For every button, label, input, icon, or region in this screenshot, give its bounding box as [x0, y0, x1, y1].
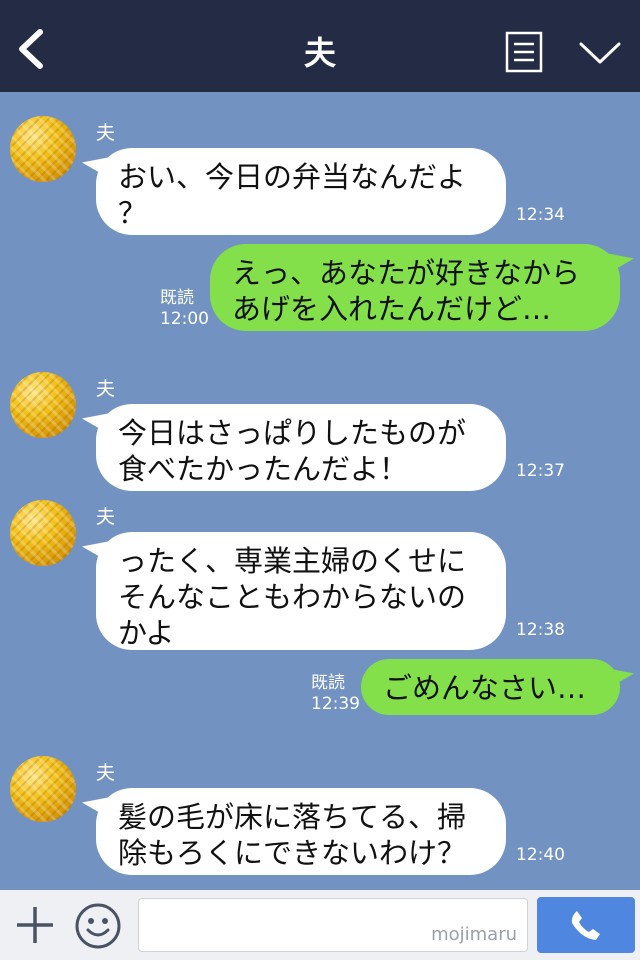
avatar[interactable] — [10, 116, 76, 182]
sender-name: 夫 — [96, 506, 116, 528]
avatar[interactable] — [10, 372, 76, 438]
message-line: 髪の毛が床に落ちてる、掃 — [118, 800, 467, 834]
message-time: 12:39 — [311, 694, 360, 714]
read-receipt: 既読 12:39 — [311, 673, 360, 715]
read-label: 既読 — [160, 288, 194, 308]
message-line: ？ — [118, 196, 148, 230]
read-label: 既読 — [311, 673, 345, 693]
sender-name: 夫 — [96, 378, 116, 400]
message-line: おい、今日の弁当なんだよ — [118, 160, 467, 194]
message-list[interactable]: 夫 おい、今日の弁当なんだよ ？ 12:34 既読 12:00 えっ、あなたが好… — [0, 92, 640, 890]
message-line: 食べたかったんだよ！ — [118, 452, 409, 486]
message-line: あげを入れたんだけど… — [232, 292, 552, 326]
incoming-message-bubble[interactable]: おい、今日の弁当なんだよ ？ — [96, 148, 506, 235]
outgoing-message-bubble[interactable]: えっ、あなたが好きなから あげを入れたんだけど… — [210, 244, 620, 331]
outgoing-message-bubble[interactable]: ごめんなさい… — [361, 659, 620, 715]
incoming-message-bubble[interactable]: 髪の毛が床に落ちてる、掃 除もろくにできないわけ？ — [96, 788, 506, 875]
message-line: そんなこともわからないの — [118, 580, 467, 614]
incoming-message-bubble[interactable]: 今日はさっぱりしたものが 食べたかったんだよ！ — [96, 404, 506, 491]
avatar[interactable] — [10, 500, 76, 566]
message-time: 12:40 — [516, 845, 565, 865]
plus-icon[interactable] — [14, 904, 56, 946]
chevron-down-icon[interactable] — [578, 38, 622, 68]
read-receipt: 既読 12:00 — [160, 288, 209, 330]
call-button[interactable] — [537, 897, 635, 953]
message-time: 12:34 — [516, 205, 565, 225]
message-line: 除もろくにできないわけ？ — [118, 836, 467, 870]
sender-name: 夫 — [96, 122, 116, 144]
chat-header: 夫 — [0, 0, 640, 92]
watermark-text: mojimaru — [431, 924, 517, 945]
message-line: えっ、あなたが好きなから — [232, 256, 581, 290]
smile-icon[interactable] — [74, 902, 122, 950]
phone-icon — [571, 911, 600, 940]
message-input[interactable]: mojimaru — [138, 898, 528, 952]
incoming-message-bubble[interactable]: ったく、専業主婦のくせに そんなこともわからないの かよ — [96, 532, 506, 650]
message-line: かよ — [118, 616, 175, 650]
sender-name: 夫 — [96, 762, 116, 784]
message-time: 12:38 — [516, 620, 565, 640]
chat-title: 夫 — [303, 34, 336, 72]
message-time: 12:37 — [516, 461, 565, 481]
message-time: 12:00 — [160, 309, 209, 329]
composer-bar: mojimaru — [0, 890, 640, 960]
message-line: ったく、専業主婦のくせに — [118, 544, 467, 578]
message-line: 今日はさっぱりしたものが — [118, 416, 467, 450]
list-menu-icon[interactable] — [505, 31, 543, 73]
message-line: ごめんなさい… — [383, 671, 587, 705]
avatar[interactable] — [10, 756, 76, 822]
